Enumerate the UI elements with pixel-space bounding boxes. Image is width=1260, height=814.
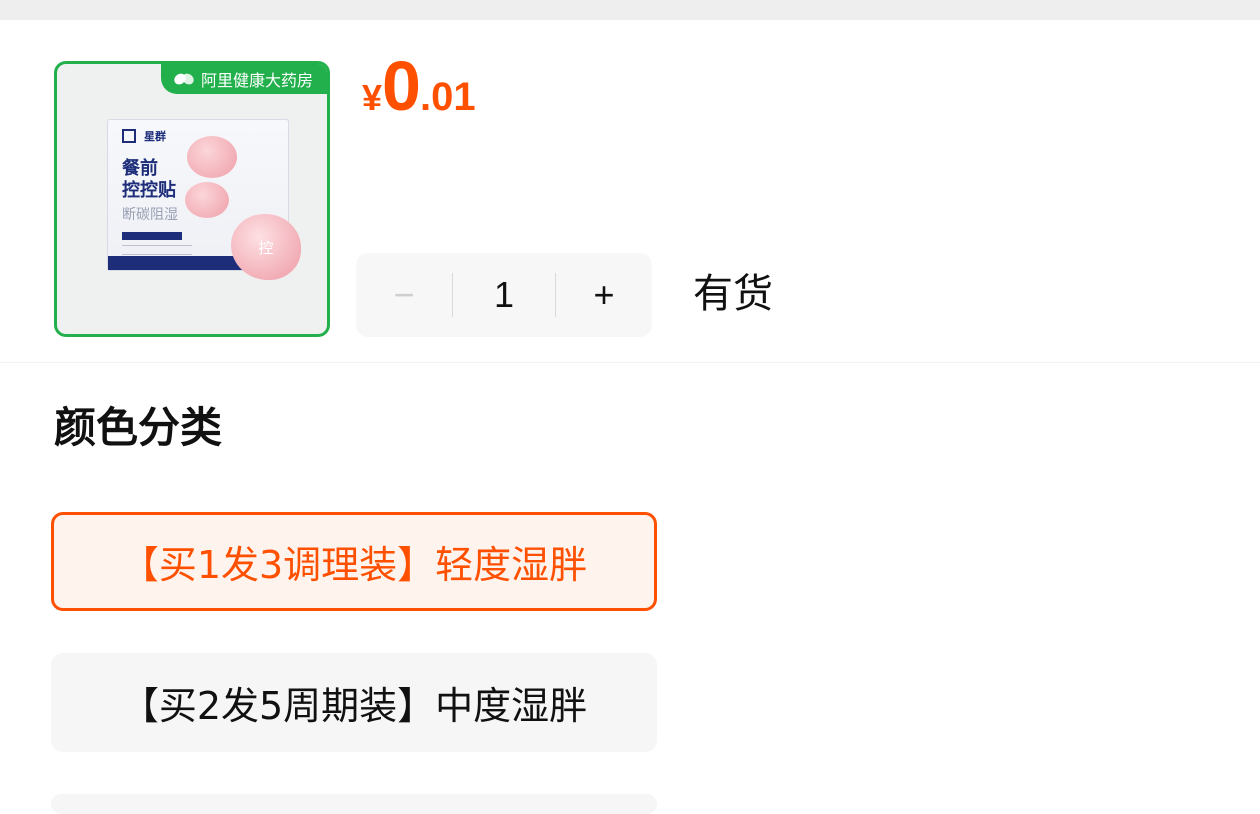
sku-option[interactable]: 【买2发5周期装】中度湿胖 — [51, 653, 657, 752]
patch-flower-icon — [185, 182, 229, 218]
box-logo-icon — [122, 129, 136, 143]
price-integer: 0 — [382, 47, 421, 125]
stock-status: 有货 — [693, 271, 773, 317]
box-info-lines — [122, 245, 192, 255]
price-decimal: .01 — [419, 75, 476, 119]
section-title: 颜色分类 — [54, 403, 223, 452]
product-image[interactable]: 阿里健康大药房 星群 餐前 控控贴 断碳阻湿 控 — [54, 61, 330, 337]
patch-flower-large: 控 — [231, 214, 301, 280]
quantity-input[interactable] — [453, 253, 555, 337]
box-title: 餐前 控控贴 — [122, 158, 176, 201]
price: ¥0.01 — [362, 46, 476, 126]
patch-label: 控 — [258, 238, 274, 257]
increase-button[interactable]: + — [556, 253, 652, 337]
sku-option-label: 【买2发5周期装】中度湿胖 — [120, 684, 588, 728]
sku-option-partial[interactable] — [51, 794, 657, 814]
sku-option-label: 【买1发3调理装】轻度湿胖 — [120, 543, 588, 587]
top-strip — [0, 0, 1260, 20]
pharmacy-badge: 阿里健康大药房 — [160, 64, 327, 94]
price-currency: ¥ — [362, 77, 383, 118]
patch-flower-icon — [187, 136, 237, 178]
section-divider — [0, 362, 1260, 363]
box-brand: 星群 — [144, 130, 166, 143]
sku-option-selected[interactable]: 【买1发3调理装】轻度湿胖 — [51, 512, 657, 611]
box-subtitle: 断碳阻湿 — [122, 207, 178, 223]
pharmacy-badge-label: 阿里健康大药房 — [200, 71, 313, 90]
box-label-bar — [122, 232, 182, 240]
pill-icon — [173, 70, 195, 88]
quantity-stepper: − + — [356, 253, 652, 337]
decrease-button[interactable]: − — [356, 253, 452, 337]
